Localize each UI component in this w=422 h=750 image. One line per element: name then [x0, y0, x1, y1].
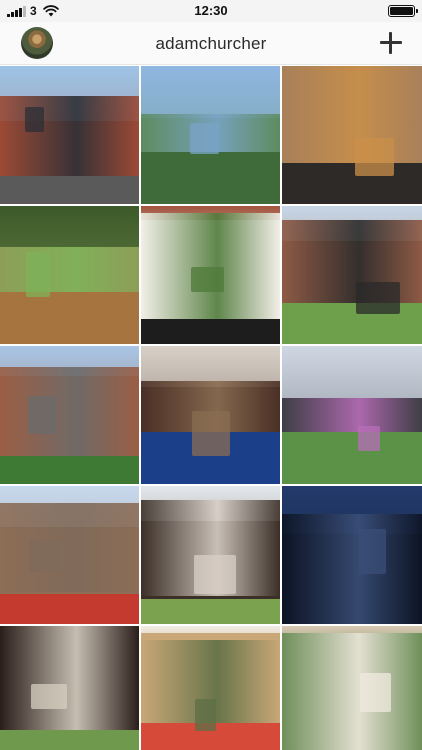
photo-thumbnail-gothic-church[interactable]: [282, 206, 422, 344]
photo-thumbnail-cafe-tables[interactable]: [141, 346, 280, 484]
photo-thumbnail-apartment-block[interactable]: [282, 626, 422, 750]
photo-thumbnail-bar-interior[interactable]: [282, 66, 422, 204]
photo-thumbnail-stone-arch[interactable]: [0, 346, 139, 484]
photo-grid: [0, 66, 422, 750]
photo-thumbnail-brunch-table[interactable]: [141, 626, 280, 750]
app-header: adamchurcher: [0, 22, 422, 65]
photo-thumbnail-timber-street[interactable]: [141, 486, 280, 624]
photo-thumbnail-tudor-house[interactable]: [0, 66, 139, 204]
photo-thumbnail-fire-escape[interactable]: [0, 626, 139, 750]
battery-icon: [388, 5, 418, 17]
add-button[interactable]: [378, 30, 404, 56]
photo-thumbnail-park-buildings[interactable]: [282, 346, 422, 484]
photo-thumbnail-lily-pond[interactable]: [0, 206, 139, 344]
status-time: 12:30: [194, 3, 228, 18]
profile-username: adamchurcher: [155, 34, 267, 53]
photo-thumbnail-phone-box[interactable]: [0, 486, 139, 624]
photo-thumbnail-city-night[interactable]: [282, 486, 422, 624]
photo-thumbnail-georgian-door[interactable]: [141, 206, 280, 344]
status-bar: 3 12:30: [0, 0, 422, 22]
photo-thumbnail-lake-valley[interactable]: [141, 66, 280, 204]
